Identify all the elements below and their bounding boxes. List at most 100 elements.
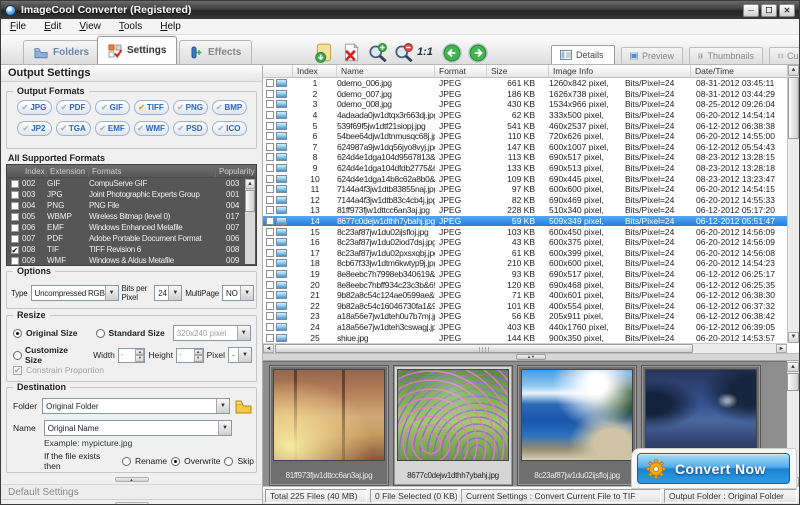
format-button-ico[interactable]: ✔ICO [212, 121, 247, 136]
radio-rename[interactable] [122, 457, 131, 466]
format-button-jpg[interactable]: ✔JPG [17, 100, 52, 115]
pixel-select[interactable]: - ▼ [228, 347, 252, 363]
chevron-down-icon[interactable]: ▼ [216, 399, 229, 413]
tab-thumbnails[interactable]: Thumbnails [689, 47, 763, 64]
chevron-down-icon[interactable]: ▼ [218, 421, 231, 435]
flower-meadow-thumbnail[interactable] [397, 369, 509, 461]
file-row-25[interactable]: 25shiue.jpgJPEG144 KB900x350 pixel,Bits/… [263, 332, 787, 343]
menu-view[interactable]: View [70, 20, 110, 33]
tab-details[interactable]: Details [551, 45, 615, 64]
format-button-pdf[interactable]: ✔PDF [56, 100, 91, 115]
file-checkbox[interactable] [266, 206, 274, 214]
format-checkbox[interactable] [11, 213, 19, 221]
col-size[interactable]: Size [487, 65, 549, 77]
scroll-left-icon[interactable]: ◄ [263, 344, 274, 353]
formats-table-scrollbar[interactable]: ▲ [245, 179, 255, 264]
file-row-9[interactable]: 9624d4e1dga104dfdb2775&69...JPEG133 KB69… [263, 163, 787, 174]
file-list-vscrollbar[interactable]: ▲ ▼ [787, 65, 799, 343]
bits-select[interactable]: 24 ▼ [154, 285, 182, 301]
chevron-down-icon[interactable]: ▼ [168, 286, 181, 300]
maximize-button[interactable]: ☐ [761, 4, 777, 17]
col-name[interactable]: Name [337, 65, 435, 77]
chevron-down-icon[interactable]: ▼ [238, 348, 251, 362]
default-settings-collapser[interactable]: ▲ [1, 477, 262, 483]
file-checkbox[interactable] [266, 228, 274, 236]
scroll-right-icon[interactable]: ► [776, 344, 787, 353]
file-list-hscrollbar[interactable]: ◄ ► [263, 343, 787, 353]
format-row-png[interactable]: 004PNGPNG File004 [7, 200, 256, 211]
format-row-jpg[interactable]: 003JPGJoint Photographic Experts Group00… [7, 189, 256, 200]
menu-tools[interactable]: Tools [110, 20, 151, 33]
format-row-wmf[interactable]: 009WMFWindows & Aldus Metafile009 [7, 255, 256, 266]
thumbnail-cell-2[interactable]: 8677c0dejw1dthh7ybahj.jpg [393, 365, 513, 486]
file-row-8[interactable]: 8624d4e1dga104d9567813&69...JPEG113 KB69… [263, 152, 787, 163]
file-row-22[interactable]: 229b82a8c54c16046730fa1&96...JPEG101 KB4… [263, 300, 787, 311]
file-row-4[interactable]: 44adaada0jw1dtqx3r663dj.jpgJPEG62 KB333x… [263, 110, 787, 121]
file-checkbox[interactable] [266, 249, 274, 257]
file-row-18[interactable]: 188cb67f33jw1dtm6kwtyp9j.jpgJPEG210 KB60… [263, 258, 787, 269]
file-row-17[interactable]: 178c23af87jw1du02pxsxqbj.jpgJPEG61 KB600… [263, 248, 787, 259]
format-button-wmf[interactable]: ✔WMF [134, 121, 169, 136]
file-row-3[interactable]: 30demo_008.jpgJPEG430 KB1534x966 pixel,B… [263, 99, 787, 110]
file-checkbox[interactable] [266, 270, 274, 278]
spin-down-icon[interactable]: ▼ [194, 355, 203, 362]
file-row-12[interactable]: 127144a4f3jw1dtb83c4cb4j.jpgJPEG82 KB690… [263, 195, 787, 206]
file-checkbox[interactable] [266, 291, 274, 299]
format-button-psd[interactable]: ✔PSD [173, 121, 208, 136]
file-row-15[interactable]: 158c23af87jw1du02ijsfloj.jpgJPEG103 KB60… [263, 226, 787, 237]
scroll-up-icon[interactable]: ▲ [787, 362, 799, 372]
thumbnail-cell-1[interactable]: 81ff973fjw1dttcc6an3aj.jpg [269, 365, 389, 486]
constrain-checkbox[interactable]: ✔ [13, 366, 22, 375]
file-row-21[interactable]: 219b82a8c54c124ae0599ae&96...JPEG71 KB40… [263, 290, 787, 301]
chevron-down-icon[interactable]: ▼ [105, 286, 118, 300]
autumn-forest-thumbnail[interactable] [273, 369, 385, 461]
zoom-in-icon[interactable] [367, 42, 389, 64]
file-checkbox[interactable] [266, 122, 274, 130]
tab-preview[interactable]: Preview [621, 47, 683, 64]
format-row-emf[interactable]: 006EMFWindows Enhanced Metafile007 [7, 222, 256, 233]
file-row-14[interactable]: 148677c0dejw1dthh7ybahj.jpgJPEG59 KB509x… [263, 216, 787, 227]
lake-shore-thumbnail[interactable] [521, 369, 633, 461]
file-checkbox[interactable] [266, 132, 274, 140]
file-row-13[interactable]: 1381ff973fjw1dttcc6an3aj.jpgJPEG228 KB51… [263, 205, 787, 216]
add-files-icon[interactable] [313, 42, 335, 64]
menu-edit[interactable]: Edit [35, 20, 70, 33]
scrollbar-thumb[interactable] [788, 77, 799, 139]
file-row-5[interactable]: 5539f69f5jw1dtf21siopj.jpgJPEG541 KB460x… [263, 120, 787, 131]
col-formats[interactable]: Formats [89, 165, 216, 177]
col-index[interactable]: Index [22, 165, 47, 177]
folder-select[interactable]: Original Folder ▼ [42, 398, 230, 414]
format-row-gif[interactable]: 002GIFCompuServe GIF003 [7, 178, 256, 189]
col-datetime[interactable]: Date/Time [691, 65, 787, 77]
format-button-tga[interactable]: ✔TGA [56, 121, 91, 136]
scrollbar-thumb[interactable] [787, 373, 799, 391]
scroll-up-icon[interactable]: ▲ [788, 65, 799, 76]
scrollbar-thumb[interactable] [245, 190, 255, 212]
format-button-gif[interactable]: ✔GIF [95, 100, 130, 115]
file-row-19[interactable]: 198e8eebc7h7998eb340619&69...JPEG93 KB69… [263, 269, 787, 280]
radio-skip[interactable] [224, 457, 233, 466]
tab-folders[interactable]: Folders [23, 40, 100, 64]
format-row-wbmp[interactable]: 005WBMPWireless Bitmap (level 0)017 [7, 211, 256, 222]
col-format[interactable]: Format [435, 65, 487, 77]
radio-overwrite[interactable] [171, 457, 180, 466]
format-row-tif[interactable]: ✔008TIFTIFF Revision 6008 [7, 244, 256, 255]
format-checkbox[interactable] [11, 180, 19, 188]
width-stepper[interactable]: - ▲▼ [118, 348, 146, 363]
file-checkbox[interactable] [266, 334, 274, 342]
standard-size-select[interactable]: 320x240 pixel ▼ [173, 325, 251, 341]
menu-file[interactable]: File [1, 20, 35, 33]
scrollbar-thumb[interactable] [275, 344, 693, 353]
format-checkbox[interactable] [11, 224, 19, 232]
col-image-info[interactable]: Image Info [549, 65, 691, 77]
format-row-pdf[interactable]: 007PDFAdobe Portable Document Format006 [7, 233, 256, 244]
menu-help[interactable]: Help [151, 20, 190, 33]
file-row-7[interactable]: 7624987a9jw1dq56jyo8vyj.jpgJPEG147 KB600… [263, 142, 787, 153]
radio-original-size[interactable] [13, 329, 22, 338]
file-row-11[interactable]: 117144a4f3jw1dtb83855naj.jpgJPEG97 KB600… [263, 184, 787, 195]
browse-folder-icon[interactable] [235, 399, 252, 414]
scroll-down-icon[interactable]: ▼ [788, 332, 799, 343]
spin-down-icon[interactable]: ▼ [135, 355, 144, 362]
file-checkbox[interactable] [266, 217, 274, 225]
previous-image-icon[interactable] [441, 42, 463, 64]
